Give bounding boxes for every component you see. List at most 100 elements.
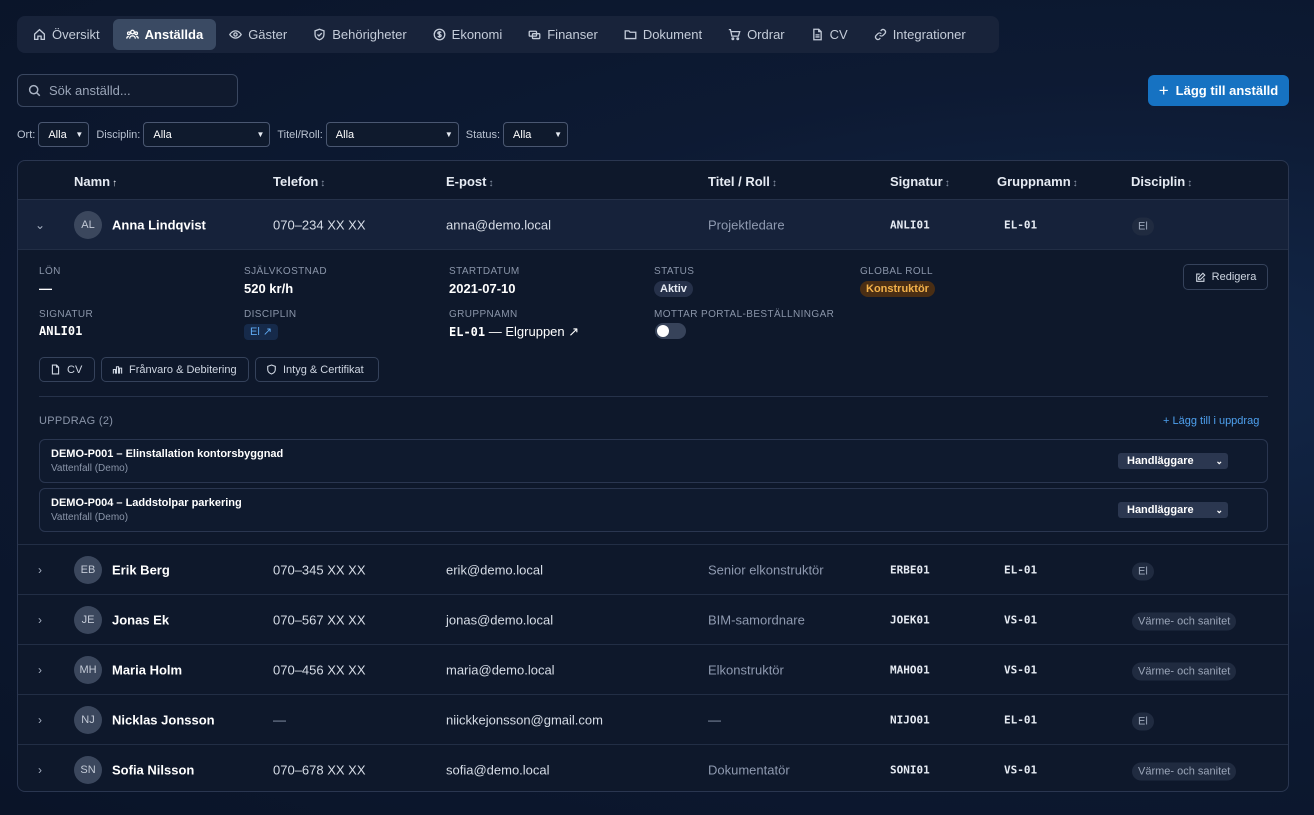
employee-phone: — [273, 712, 286, 727]
chevron-down-icon[interactable]: ⌄ [34, 218, 46, 232]
filter-titel-label: Titel/Roll: [277, 128, 323, 141]
tab-integrationer[interactable]: Integrationer [861, 19, 979, 50]
employee-phone: 070–678 XX XX [273, 762, 366, 778]
tab-ekonomi[interactable]: Ekonomi [420, 19, 516, 50]
tab-gaster[interactable]: Gäster [216, 19, 300, 50]
plus-icon: + [1158, 80, 1169, 100]
portal-orders-toggle[interactable] [655, 323, 686, 339]
tab-label: Integrationer [892, 27, 966, 42]
employee-signature: MAHO01 [890, 663, 930, 676]
search-input[interactable] [49, 83, 219, 98]
employee-title: — [708, 712, 721, 727]
edit-label: Redigera [1211, 271, 1257, 283]
tab-anstallda[interactable]: Anställda [112, 19, 217, 50]
employee-email: sofia@demo.local [446, 762, 550, 778]
absence-billing-button[interactable]: Frånvaro & Debitering [101, 357, 249, 382]
users-icon [125, 29, 139, 39]
certificates-label: Intyg & Certifikat [283, 363, 364, 376]
discipline-cell: Värme- och sanitet [1132, 662, 1237, 680]
header-email[interactable]: E-post ↕ [446, 174, 493, 189]
assignment-role-select[interactable]: Handläggare ⌄ [1118, 502, 1228, 518]
folder-icon [624, 30, 637, 40]
employee-group: VS-01 [1004, 613, 1038, 626]
header-group[interactable]: Gruppnamn ↕ [997, 174, 1078, 189]
chevron-right-icon[interactable]: › [34, 763, 46, 777]
filter-titel-select[interactable]: Alla ▼ [325, 122, 459, 147]
chevron-right-icon[interactable]: › [34, 713, 46, 727]
chevron-right-icon[interactable]: › [34, 563, 46, 577]
table-row[interactable]: › NJ Nicklas Jonsson — niickkejonsson@gm… [18, 695, 1288, 745]
table-row[interactable]: › JE Jonas Ek 070–567 XX XX jonas@demo.l… [18, 595, 1288, 645]
employee-name: Anna Lindqvist [112, 217, 206, 232]
header-phone[interactable]: Telefon ↕ [273, 174, 325, 189]
chevron-right-icon[interactable]: › [34, 613, 46, 627]
employee-signature: JOEK01 [890, 613, 930, 626]
tab-oversikt[interactable]: Översikt [20, 19, 113, 50]
employee-title: Projektledare [708, 217, 785, 232]
table-row[interactable]: › SN Sofia Nilsson 070–678 XX XX sofia@d… [18, 745, 1288, 791]
portal-orders-label: Mottar portal-beställningar [654, 309, 835, 320]
certificates-button[interactable]: Intyg & Certifikat [255, 357, 379, 382]
employee-name: Sofia Nilsson [112, 762, 195, 778]
bar-chart-icon [112, 366, 123, 374]
filter-disciplin-select[interactable]: Alla ▼ [143, 122, 271, 147]
filter-disciplin-label: Disciplin: [96, 128, 141, 141]
discipline-cell: El [1132, 712, 1154, 730]
sort-icon: ↕ [320, 178, 326, 189]
assignments-label: UPPDRAG (2) [39, 415, 114, 427]
tab-cv[interactable]: CV [798, 19, 861, 50]
filter-disciplin-value: Alla [153, 128, 172, 141]
group-field[interactable]: EL-01 — Elgruppen ↗ [449, 324, 579, 340]
start-date-label: Startdatum [449, 266, 520, 277]
sort-icon: ↕ [771, 178, 777, 189]
table-row[interactable]: › EB Erik Berg 070–345 XX XX erik@demo.l… [18, 545, 1288, 595]
header-discipline[interactable]: Disciplin ↕ [1131, 174, 1192, 189]
add-employee-label: Lägg till anställd [1175, 83, 1279, 98]
discipline-link[interactable]: El ↗ [244, 324, 279, 340]
shield-icon [267, 364, 276, 375]
employee-signature: ANLI01 [890, 218, 930, 231]
assignment-title: DEMO-P001 – Elinstallation kontorsbyggna… [51, 448, 284, 460]
edit-button[interactable]: Redigera [1183, 264, 1268, 290]
sort-icon: ↕ [1072, 178, 1078, 189]
employee-signature: ERBE01 [890, 563, 930, 576]
discipline-badge: Värme- och sanitet [1132, 762, 1237, 781]
tab-finanser[interactable]: Finanser [515, 19, 611, 50]
chevron-down-icon: ▼ [444, 130, 453, 139]
tab-dokument[interactable]: Dokument [611, 19, 715, 50]
filter-titel-value: Alla [335, 128, 355, 141]
salary-value: — [39, 281, 52, 296]
global-role-badge: Konstruktör [860, 281, 935, 297]
filter-status-select[interactable]: Alla ▼ [503, 122, 569, 147]
table-header: Namn ↑ Telefon ↕ E-post ↕ Titel / Roll ↕ Sig… [18, 161, 1288, 200]
employee-email: anna@demo.local [446, 217, 551, 232]
tab-behorigheter[interactable]: Behörigheter [300, 19, 419, 50]
employee-phone: 070–345 XX XX [273, 562, 366, 577]
header-title[interactable]: Titel / Roll ↕ [708, 174, 777, 189]
avatar: NJ [74, 705, 102, 734]
tab-label: Gäster [248, 27, 288, 42]
chevron-right-icon[interactable]: › [34, 663, 46, 677]
document-icon [812, 28, 822, 41]
table-row[interactable]: › MH Maria Holm 070–456 XX XX maria@demo… [18, 645, 1288, 695]
header-signature[interactable]: Signatur ↕ [890, 174, 950, 189]
table-row[interactable]: ⌄ AL Anna Lindqvist 070–234 XX XX anna@d… [18, 200, 1288, 250]
discipline-cell: El [1132, 217, 1154, 235]
filter-ort-select[interactable]: Alla ▼ [38, 122, 90, 147]
employee-email: niickkejonsson@gmail.com [446, 712, 603, 727]
header-name[interactable]: Namn ↑ [74, 174, 117, 189]
toggle-knob [657, 325, 669, 337]
assignment-role-select[interactable]: Handläggare ⌄ [1118, 453, 1228, 469]
header-label: Titel / Roll [708, 174, 770, 189]
assignment-card: DEMO-P004 – Laddstolpar parkering Vatten… [39, 488, 1268, 532]
divider [39, 396, 1268, 397]
cv-button[interactable]: CV [39, 357, 95, 382]
add-to-assignment-link[interactable]: + Lägg till i uppdrag [1163, 415, 1259, 427]
absence-billing-label: Frånvaro & Debitering [129, 363, 237, 376]
cost-label: Självkostnad [244, 266, 327, 277]
tab-ordrar[interactable]: Ordrar [715, 19, 798, 50]
search-box [17, 74, 238, 107]
add-employee-button[interactable]: + Lägg till anställd [1148, 75, 1289, 106]
employee-detail-panel: Lön — Självkostnad 520 kr/h Startdatum 2… [18, 250, 1288, 545]
discipline-cell: Värme- och sanitet [1132, 762, 1237, 781]
